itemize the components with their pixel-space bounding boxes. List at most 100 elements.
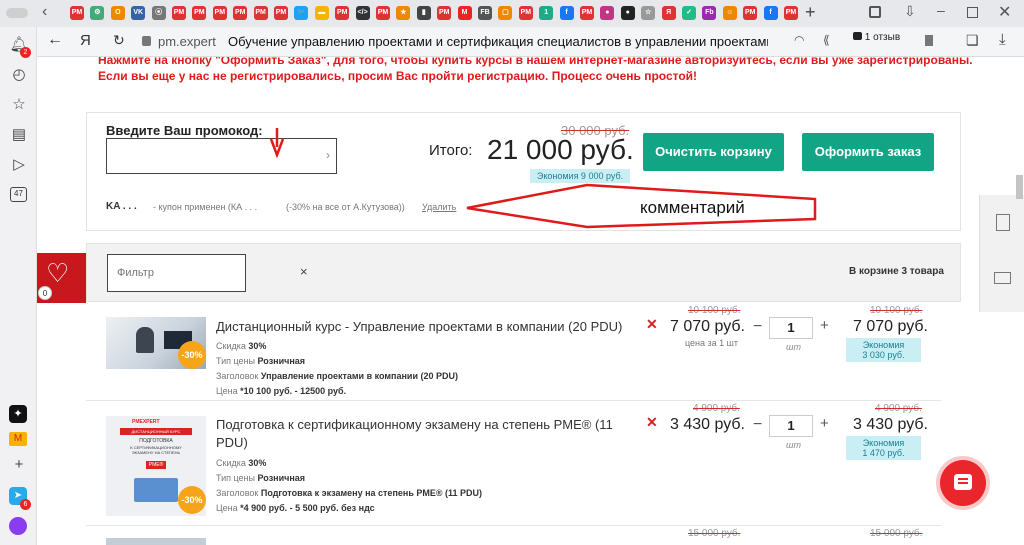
tab-favicon[interactable]: ☆ [641, 6, 656, 20]
remove-item-icon[interactable]: ✕ [646, 316, 658, 333]
yandex-icon[interactable]: Я [80, 32, 91, 49]
tabs-counter[interactable]: 47 [10, 187, 27, 202]
alice-app-icon[interactable]: ✦ [9, 405, 27, 423]
product-title-link[interactable]: Дистанционный курс - Управление проектам… [216, 318, 626, 336]
tab-favicon[interactable]: PM [784, 6, 798, 20]
tab-favicon[interactable]: VK [131, 6, 146, 20]
envelope-icon[interactable] [994, 272, 1011, 284]
collections-icon[interactable] [869, 6, 881, 18]
cart-count: В корзине 3 товара [849, 266, 944, 277]
tab-favicon[interactable]: M [457, 6, 472, 20]
chat-button[interactable] [940, 460, 986, 506]
tab-favicon[interactable]: ✓ [682, 6, 696, 20]
tab-favicon[interactable]: FB [478, 6, 492, 20]
collections-sidebar-icon[interactable]: ▤ [9, 125, 29, 145]
telegram-count: 6 [20, 499, 31, 510]
tab-favicon[interactable]: f [559, 6, 574, 20]
tab-favicon[interactable]: PM [518, 6, 533, 20]
qty-plus-button[interactable]: + [820, 415, 829, 432]
reviews-count: 1 отзыв [864, 32, 901, 43]
qty-unit: шт [786, 440, 801, 450]
cart-row: -30% Дистанционный курс - Управление про… [86, 303, 941, 401]
discount-badge: -30% [178, 341, 206, 369]
favorites-icon[interactable]: ☆ [9, 95, 29, 115]
qty-unit: шт [786, 342, 801, 352]
filter-input[interactable] [107, 254, 246, 292]
image-line-2: К СЕРТИФИКАЦИОННОМУ ЭКЗАМЕНУ НА СТЕПЕНЬ [130, 445, 182, 455]
tab-favicon[interactable]: ▮ [416, 6, 431, 20]
remove-item-icon[interactable]: ✕ [646, 414, 658, 431]
tab-favicon[interactable]: ● [620, 6, 635, 20]
product-image[interactable] [106, 538, 206, 545]
side-widget-panel [979, 195, 1024, 312]
page-scrollbar-thumb[interactable] [1016, 175, 1023, 199]
lock-icon[interactable] [142, 36, 151, 46]
compare-icon[interactable] [996, 214, 1010, 231]
tab-favicon[interactable]: PM [437, 6, 452, 20]
tab-favicon[interactable]: PM [212, 6, 227, 20]
notification-count: 2 [20, 47, 31, 58]
tab-favicon[interactable]: PM [335, 6, 350, 20]
tab-favicon[interactable]: PM [743, 6, 758, 20]
extensions-icon[interactable]: ❏ [966, 32, 979, 49]
tab-favicon[interactable]: ⚙ [90, 6, 105, 20]
address-title[interactable]: Обучение управлению проектами и сертифик… [228, 34, 768, 49]
address-domain[interactable]: pm.expert [158, 34, 216, 49]
back-icon[interactable]: ← [47, 31, 63, 49]
video-icon[interactable]: ▷ [9, 155, 29, 175]
minimize-icon[interactable]: – [937, 2, 945, 18]
quantity-input[interactable]: 1 [769, 317, 813, 339]
downloads-icon[interactable]: ⤓ [999, 31, 1006, 48]
reload-icon[interactable]: ↻ [113, 32, 125, 49]
tab-favicon[interactable]: PM [70, 6, 84, 20]
mail-app-icon[interactable]: M [9, 432, 27, 446]
new-tab-button[interactable]: + [805, 2, 816, 23]
tab-favicon[interactable]: PM [192, 6, 207, 20]
tab-favicon[interactable]: PM [376, 6, 390, 20]
cart-row: 15 000 руб. 15 000 руб. [86, 526, 941, 545]
tab-favicon[interactable]: ▬ [314, 6, 329, 20]
tab-favicon[interactable]: Fb [702, 6, 717, 20]
tab-favicon[interactable]: ▢ [498, 6, 513, 20]
old-line-sum: 4 900 руб. [875, 403, 922, 414]
tab-favicon[interactable]: 1 [539, 6, 554, 20]
close-window-icon[interactable]: ✕ [998, 2, 1011, 22]
tab-favicon[interactable]: ☺ [722, 6, 737, 20]
tab-favicon[interactable]: f [763, 6, 778, 20]
alice-voice-icon[interactable] [9, 517, 27, 535]
qty-plus-button[interactable]: + [820, 317, 829, 334]
browser-logo-icon[interactable] [6, 8, 28, 18]
tabs-back-icon[interactable]: ‹ [42, 3, 47, 21]
history-icon[interactable]: ◴ [9, 65, 29, 85]
tab-favicon[interactable]: PM [172, 6, 186, 20]
tab-favicon[interactable]: 🐦 [294, 6, 309, 20]
favorites-widget[interactable]: ♡ 0 [37, 253, 86, 303]
tab-favicon[interactable]: PM [253, 6, 268, 20]
quantity-input[interactable]: 1 [769, 415, 813, 437]
old-unit-price: 4 900 руб. [693, 403, 740, 414]
tab-favicon[interactable]: O [110, 6, 125, 20]
tab-favicon[interactable]: ● [600, 6, 615, 20]
headphones-icon[interactable]: ◠ [794, 33, 804, 47]
line-sum: 7 070 руб. [853, 318, 928, 335]
tab-favicon[interactable]: PM [274, 6, 288, 20]
qty-minus-button[interactable]: − [753, 416, 762, 434]
tab-favicon[interactable]: Я [661, 6, 676, 20]
product-price-type: Тип цены Розничная [216, 473, 306, 483]
product-price-range: Цена *10 100 руб. - 12500 руб. [216, 386, 347, 396]
tab-favicon[interactable]: ⦿ [151, 6, 166, 20]
clear-filter-icon[interactable]: × [300, 264, 308, 279]
tab-favicon[interactable]: ★ [396, 6, 411, 20]
qty-minus-button[interactable]: − [753, 318, 762, 336]
discount-badge: -30% [178, 486, 206, 514]
download-icon[interactable]: ⇩ [904, 3, 916, 20]
add-app-icon[interactable]: + [9, 455, 29, 475]
tab-favicon[interactable]: PM [233, 6, 248, 20]
reviews-chip[interactable]: 1 отзыв [853, 32, 900, 43]
translate-icon[interactable]: ⟪ [823, 33, 830, 47]
tab-favicon[interactable]: PM [580, 6, 594, 20]
restore-icon[interactable] [967, 7, 978, 18]
tab-favicon[interactable]: </> [355, 6, 370, 20]
bookmark-icon[interactable] [925, 35, 933, 46]
product-title-link[interactable]: Подготовка к сертификационному экзамену … [216, 416, 626, 452]
